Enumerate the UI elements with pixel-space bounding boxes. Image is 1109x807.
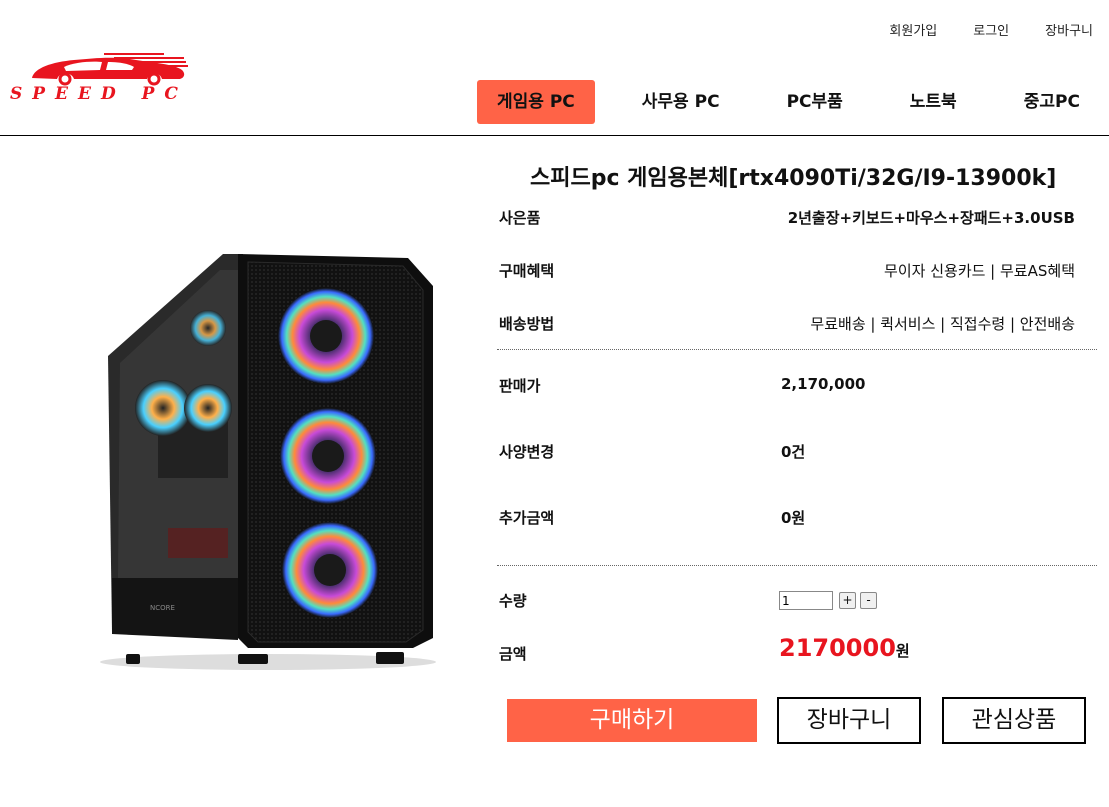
total-price: 2170000원 xyxy=(779,634,910,662)
product-title: 스피드pc 게임용본체[rtx4090Ti/32G/I9-13900k] xyxy=(530,166,1057,191)
quantity-minus-button[interactable]: - xyxy=(860,592,877,609)
wishlist-button[interactable]: 관심상품 xyxy=(942,697,1086,744)
total-label: 금액 xyxy=(499,645,527,663)
detail-value: 무료배송 | 퀵서비스 | 직접수령 | 안전배송 xyxy=(810,315,1075,333)
detail-row-gift: 사은품 2년출장+키보드+마우스+장패드+3.0USB xyxy=(499,207,1075,228)
product-image: NCORE xyxy=(98,248,438,678)
price-value: 2,170,000 xyxy=(781,375,866,393)
extra-cost-label: 추가금액 xyxy=(499,509,555,527)
nav-laptop[interactable]: 노트북 xyxy=(890,80,977,124)
case-brand-label: NCORE xyxy=(150,604,175,612)
quantity-input[interactable] xyxy=(779,591,833,610)
spec-change-value: 0건 xyxy=(781,443,806,461)
top-links: 회원가입 로그인 장바구니 xyxy=(889,20,1093,39)
total-unit: 원 xyxy=(895,642,910,660)
buy-button[interactable]: 구매하기 xyxy=(507,699,757,742)
quantity-label: 수량 xyxy=(499,592,527,610)
quantity-plus-button[interactable]: + xyxy=(839,592,856,609)
detail-label: 구매혜택 xyxy=(499,262,555,280)
cart-link[interactable]: 장바구니 xyxy=(1045,20,1093,39)
spec-change-label: 사양변경 xyxy=(499,443,555,461)
login-link[interactable]: 로그인 xyxy=(973,20,1009,39)
nav-office-pc[interactable]: 사무용 PC xyxy=(622,80,740,124)
detail-label: 배송방법 xyxy=(499,315,555,333)
divider xyxy=(497,565,1097,566)
detail-row-shipping: 배송방법 무료배송 | 퀵서비스 | 직접수령 | 안전배송 xyxy=(499,313,1075,334)
logo-text: SPEED PC xyxy=(10,84,188,104)
detail-row-benefit: 구매혜택 무이자 신용카드 | 무료AS혜택 xyxy=(499,260,1075,281)
detail-label: 사은품 xyxy=(499,209,541,227)
signup-link[interactable]: 회원가입 xyxy=(889,20,937,39)
detail-value: 무이자 신용카드 | 무료AS혜택 xyxy=(884,262,1075,280)
nav-gaming-pc[interactable]: 게임용 PC xyxy=(477,80,595,124)
nav-pc-parts[interactable]: PC부품 xyxy=(767,80,863,124)
price-label: 판매가 xyxy=(499,377,541,395)
logo[interactable]: SPEED PC xyxy=(4,50,216,106)
detail-value: 2년출장+키보드+마우스+장패드+3.0USB xyxy=(787,209,1075,227)
nav-used-pc[interactable]: 중고PC xyxy=(1004,80,1090,124)
add-to-cart-button[interactable]: 장바구니 xyxy=(777,697,921,744)
total-value: 2170000 xyxy=(779,634,896,662)
header-divider xyxy=(0,135,1109,136)
main-nav: 게임용 PC 사무용 PC PC부품 노트북 중고PC xyxy=(477,80,1090,124)
divider xyxy=(497,349,1097,350)
extra-cost-value: 0원 xyxy=(781,509,806,527)
